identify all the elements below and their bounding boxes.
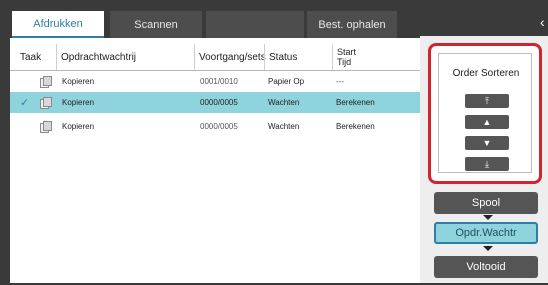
job-name: Kopieren (62, 77, 95, 86)
table-row[interactable]: Kopieren 0000/0005 Wachten Berekenen (10, 116, 420, 137)
job-progress: 0001/0010 (200, 77, 238, 86)
table-header: Taak Opdrachtwachtrij Voortgang/sets Sta… (10, 44, 420, 71)
tab-empty (206, 11, 304, 38)
job-status: Wachten (268, 98, 300, 107)
arrow-down-icon: ▼ (482, 138, 492, 148)
column-header-status[interactable]: Status (264, 44, 332, 70)
job-name: Kopieren (62, 98, 95, 107)
job-status: Wachten (268, 122, 300, 131)
job-queue-button[interactable]: Opdr.Wachtr (434, 222, 538, 244)
move-bottom-icon: ⤓ (485, 158, 489, 169)
collapse-arrow-icon[interactable]: ‹ (540, 14, 548, 30)
order-sort-panel: Order Sorteren ⤒ ▲ ▼ ⤓ (438, 53, 532, 173)
column-header-start-label: Start (337, 47, 357, 57)
job-status: Papier Op (268, 77, 305, 86)
column-header-taak[interactable]: Taak (16, 44, 56, 70)
completed-button[interactable]: Voltooid (434, 256, 538, 278)
tab-scan[interactable]: Scannen (110, 11, 202, 38)
order-sort-highlight: Order Sorteren ⤒ ▲ ▼ ⤓ (428, 43, 542, 184)
arrow-up-icon: ▲ (482, 117, 492, 127)
column-header-voortgang[interactable]: Voortgang/sets (194, 44, 266, 70)
flow-arrow-icon (483, 215, 493, 220)
table-row[interactable]: Kopieren 0001/0010 Papier Op --- (10, 71, 420, 92)
move-to-bottom-button[interactable]: ⤓ (465, 157, 509, 171)
column-header-tijd-label: Tijd (337, 57, 352, 67)
job-progress: 0000/0005 (200, 122, 238, 131)
job-start-time: --- (336, 77, 344, 86)
spool-button[interactable]: Spool (434, 192, 538, 214)
job-list-bottom (10, 275, 420, 283)
copy-job-icon (38, 92, 52, 113)
tab-print[interactable]: Afdrukken (12, 11, 104, 38)
move-top-icon: ⤒ (485, 95, 489, 106)
move-up-button[interactable]: ▲ (465, 115, 509, 129)
table-row-selected[interactable]: ✓ Kopieren 0000/0005 Wachten Berekenen (10, 92, 420, 113)
move-down-button[interactable]: ▼ (465, 136, 509, 150)
copy-job-icon (38, 71, 52, 92)
job-start-time: Berekenen (336, 122, 375, 131)
move-to-top-button[interactable]: ⤒ (465, 94, 509, 108)
checkmark-icon: ✓ (20, 97, 30, 109)
column-header-start-tijd[interactable]: Start Tijd (332, 44, 418, 70)
job-start-time: Berekenen (336, 98, 375, 107)
column-header-opdracht[interactable]: Opdrachtwachtrij (56, 44, 194, 70)
job-name: Kopieren (62, 122, 95, 131)
tab-fetch[interactable]: Best. ophalen (307, 11, 397, 38)
flow-arrow-icon (483, 246, 493, 251)
job-progress: 0000/0005 (200, 98, 238, 107)
order-sort-title: Order Sorteren (452, 68, 520, 79)
copy-job-icon (38, 116, 52, 137)
